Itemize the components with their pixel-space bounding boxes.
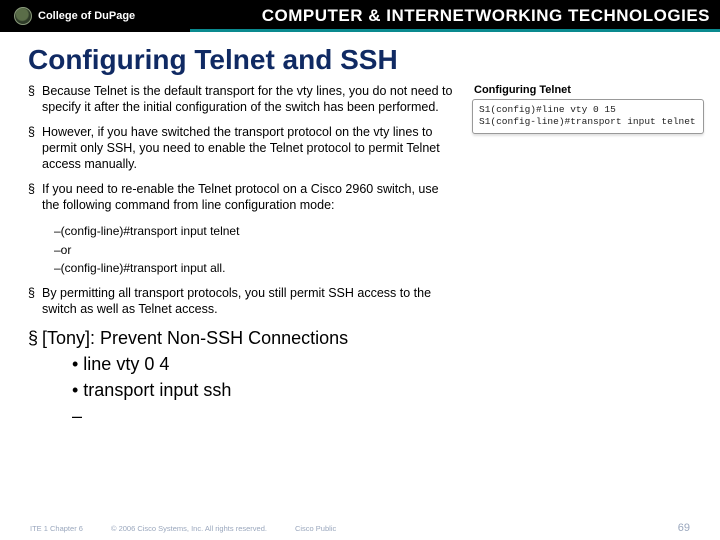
bullet-list: Because Telnet is the default transport … (28, 84, 458, 213)
sub-1: –(config-line)#transport input telnet (54, 223, 458, 239)
slide-content: Configuring Telnet S1(config)#line vty 0… (28, 84, 692, 429)
tony-sub: • line vty 0 4 • transport input ssh – (72, 351, 692, 429)
tony-dash: – (72, 403, 692, 429)
tony-line-2: • transport input ssh (72, 377, 692, 403)
footer-center: © 2006 Cisco Systems, Inc. All rights re… (111, 524, 267, 533)
footer-left: ITE 1 Chapter 6 (30, 524, 83, 533)
bullet-2: However, if you have switched the transp… (28, 125, 458, 172)
sidebox-title: Configuring Telnet (472, 84, 704, 96)
bullet-1: Because Telnet is the default transport … (28, 84, 458, 115)
code-box: S1(config)#line vty 0 15S1(config-line)#… (472, 99, 704, 134)
header-title: COMPUTER & INTERNETWORKING TECHNOLOGIES (262, 0, 710, 32)
code-line-2: S1(config-line)#transport input telnet (479, 116, 697, 128)
brand-text: College of DuPage (38, 10, 135, 22)
tony-head: [Tony]: Prevent Non-SSH Connections (28, 327, 692, 350)
slide-body: Configuring Telnet and SSH Configuring T… (0, 32, 720, 540)
globe-icon (14, 7, 32, 25)
sub-3: –(config-line)#transport input all. (54, 260, 458, 276)
footer: ITE 1 Chapter 6 © 2006 Cisco Systems, In… (0, 522, 720, 534)
code-line-1: S1(config)#line vty 0 15 (479, 104, 697, 116)
tony-line-1: • line vty 0 4 (72, 351, 692, 377)
header-banner: College of DuPage COMPUTER & INTERNETWOR… (0, 0, 720, 32)
sub-list: –(config-line)#transport input telnet –o… (54, 223, 458, 276)
bullet-4: By permitting all transport protocols, y… (28, 286, 458, 317)
sidebox: Configuring Telnet S1(config)#line vty 0… (472, 84, 704, 134)
brand-block: College of DuPage (0, 7, 135, 25)
bullet-list-2: By permitting all transport protocols, y… (28, 286, 458, 317)
tony-block: [Tony]: Prevent Non-SSH Connections • li… (28, 327, 692, 429)
bullet-3: If you need to re-enable the Telnet prot… (28, 182, 458, 213)
footer-right: Cisco Public (295, 524, 336, 533)
slide-title: Configuring Telnet and SSH (28, 44, 692, 76)
page-number: 69 (678, 522, 690, 534)
sub-2: –or (54, 242, 458, 258)
